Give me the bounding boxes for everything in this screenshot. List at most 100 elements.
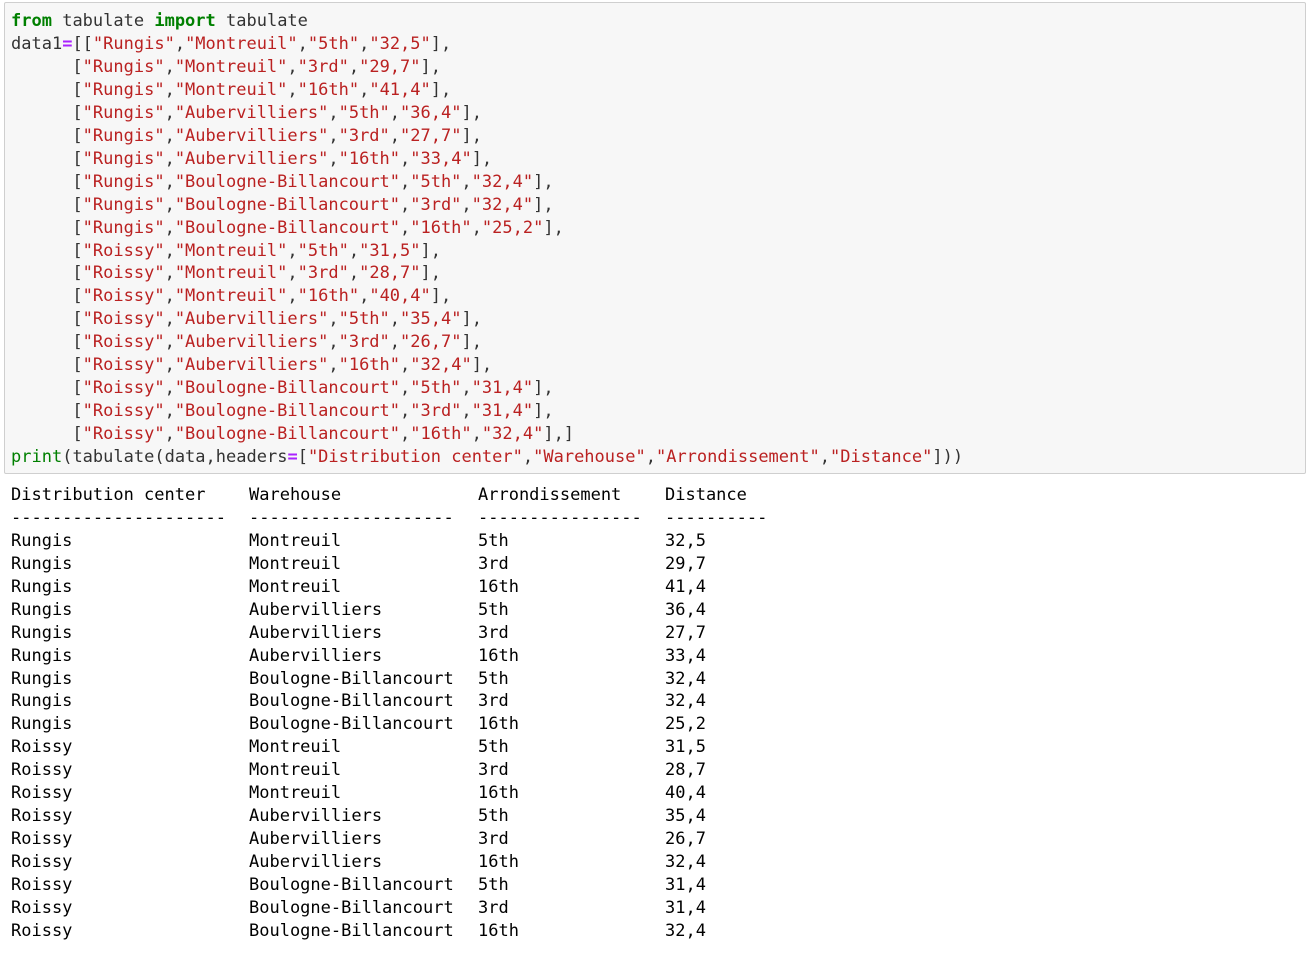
cell-output: Distribution center Warehouse Arrondisseme…	[11, 484, 775, 943]
string-literal: "Roissy"	[82, 309, 165, 330]
string-literal: "Rungis"	[82, 125, 165, 146]
string-literal: "Montreuil"	[174, 79, 288, 100]
output-table-row: Rungis Aubervilliers 3rd 27,7	[11, 622, 775, 645]
builtin-print: print	[11, 447, 63, 468]
output-cell: 16th	[478, 852, 519, 872]
string-literal: "5th"	[297, 240, 349, 261]
string-literal: "3rd"	[410, 194, 462, 215]
string-literal: "Aubervilliers"	[174, 309, 329, 330]
code-editor[interactable]: from tabulate import tabulate data1=[["R…	[11, 10, 963, 469]
string-literal: "31,5"	[359, 240, 421, 261]
output-table-row: Rungis Aubervilliers 16th 33,4	[11, 645, 775, 668]
string-literal: "Roissy"	[82, 286, 165, 307]
output-cell: 31,4	[665, 874, 706, 895]
string-literal: "Arrondissement"	[655, 447, 820, 468]
code-line-data-row: ["Roissy","Boulogne-Billancourt","5th","…	[72, 378, 554, 399]
string-literal: "27,7"	[400, 125, 462, 146]
output-cell: Boulogne-Billancourt	[249, 714, 454, 735]
code-line-print: print(tabulate(data,headers=["Distributi…	[11, 447, 964, 468]
string-literal: "Rungis"	[82, 148, 165, 169]
string-literal: "3rd"	[297, 56, 349, 77]
code-line-data-row: ["Roissy","Aubervilliers","16th","32,4"]…	[72, 355, 493, 376]
code-line-data-row: ["Roissy","Montreuil","5th","31,5"],	[72, 240, 441, 261]
output-separator-cell: ----------	[665, 507, 768, 528]
output-cell: 41,4	[665, 576, 706, 597]
output-cell: 16th	[478, 920, 519, 941]
output-cell: 35,4	[665, 806, 706, 827]
string-literal: "Aubervilliers"	[174, 148, 329, 169]
output-cell: Roissy	[11, 737, 73, 758]
kwarg-headers: headers	[215, 447, 288, 468]
output-cell: Roissy	[11, 806, 73, 827]
code-line-data-row: ["Roissy","Montreuil","3rd","28,7"],	[72, 263, 441, 284]
code-line-data-row: ["Rungis","Aubervilliers","16th","33,4"]…	[72, 148, 493, 169]
output-table-body: Rungis Montreuil 5th 32,5 Rungis Montreuil 3rd…	[11, 530, 775, 943]
output-cell: Boulogne-Billancourt	[249, 897, 454, 918]
output-cell: 29,7	[665, 553, 706, 574]
output-table-row: Rungis Boulogne-Billancourt 3rd 32,4	[11, 690, 775, 713]
output-separator-cell: ---------------------	[11, 507, 226, 528]
keyword-import: import	[154, 11, 216, 31]
string-literal: "Roissy"	[82, 332, 165, 353]
output-table-row: Roissy Boulogne-Billancourt 5th 31,4	[11, 874, 775, 897]
string-literal: "Rungis"	[82, 102, 165, 123]
output-cell: 32,4	[665, 920, 706, 941]
output-cell: 25,2	[665, 714, 706, 735]
string-literal: "Montreuil"	[174, 286, 288, 307]
string-literal: "Rungis"	[82, 194, 165, 215]
output-cell: Roissy	[11, 829, 73, 850]
output-cell: Rungis	[11, 576, 73, 597]
string-literal: "3rd"	[410, 401, 462, 422]
code-line-data-row: ["Roissy","Aubervilliers","3rd","26,7"],	[72, 332, 482, 353]
output-cell: 32,4	[665, 852, 706, 872]
output-cell: Rungis	[11, 691, 73, 712]
code-line-data-row: data1=[["Rungis","Montreuil","5th","32,5…	[11, 33, 452, 54]
output-cell: 3rd	[478, 897, 509, 918]
output-cell: Aubervilliers	[249, 645, 383, 666]
string-literal: "Aubervilliers"	[174, 355, 329, 376]
output-cell: 5th	[478, 806, 509, 827]
string-literal: "Rungis"	[82, 171, 165, 192]
assign-operator: =	[62, 33, 73, 54]
output-table-row: Roissy Boulogne-Billancourt 3rd 31,4	[11, 897, 775, 920]
string-literal: "26,7"	[400, 332, 462, 353]
string-literal: "5th"	[410, 171, 462, 192]
code-line-data-row: ["Rungis","Boulogne-Billancourt","5th","…	[72, 171, 554, 192]
string-literal: "16th"	[410, 217, 472, 238]
string-literal: "Rungis"	[82, 217, 165, 238]
string-literal: "Warehouse"	[533, 447, 646, 468]
output-cell: 32,4	[665, 691, 706, 712]
output-cell: 3rd	[478, 829, 509, 850]
code-line-data-row: ["Roissy","Boulogne-Billancourt","3rd","…	[72, 401, 554, 422]
string-literal: "32,4"	[471, 171, 534, 192]
code-line-data-row: ["Rungis","Montreuil","3rd","29,7"],	[72, 56, 441, 77]
code-line-data-row: ["Rungis","Boulogne-Billancourt","16th",…	[72, 217, 564, 238]
output-cell: Boulogne-Billancourt	[249, 920, 454, 941]
string-literal: "3rd"	[297, 263, 349, 284]
output-cell: Aubervilliers	[249, 622, 383, 643]
output-cell: Rungis	[11, 530, 73, 551]
string-literal: "Rungis"	[82, 56, 165, 77]
output-cell: 40,4	[665, 783, 706, 804]
output-cell: 31,5	[665, 737, 706, 758]
code-headers-list: "Distribution center","Warehouse","Arron…	[307, 447, 933, 468]
output-cell: 3rd	[478, 760, 509, 781]
code-line-import: from tabulate import tabulate	[11, 11, 308, 31]
string-literal: "Boulogne-Billancourt"	[174, 194, 400, 215]
code-cell-input[interactable]: from tabulate import tabulate data1=[["R…	[4, 2, 1306, 474]
string-literal: "5th"	[338, 102, 390, 123]
output-table-row: Roissy Aubervilliers 16th 32,4	[11, 851, 775, 874]
string-literal: "31,4"	[471, 401, 534, 422]
output-cell: Aubervilliers	[249, 599, 383, 620]
output-table-row: Rungis Aubervilliers 5th 36,4	[11, 599, 775, 622]
string-literal: "Montreuil"	[174, 56, 288, 77]
output-table-row: Rungis Montreuil 5th 32,5	[11, 530, 775, 553]
string-literal: "Roissy"	[82, 401, 165, 422]
string-literal: "31,4"	[471, 378, 534, 399]
string-literal: "Roissy"	[82, 424, 165, 445]
output-table-row: Rungis Montreuil 3rd 29,7	[11, 553, 775, 576]
string-literal: "16th"	[297, 79, 360, 100]
output-table-row: Roissy Montreuil 3rd 28,7	[11, 759, 775, 782]
string-literal: "5th"	[338, 309, 390, 330]
output-table-row: Roissy Boulogne-Billancourt 16th 32,4	[11, 920, 775, 943]
